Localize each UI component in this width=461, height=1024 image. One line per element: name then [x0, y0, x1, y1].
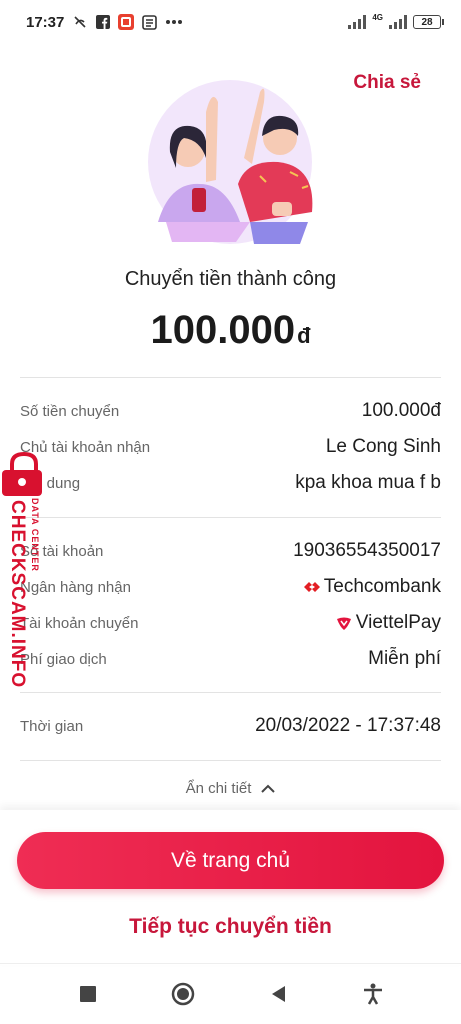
- news-icon: [142, 14, 158, 30]
- status-time: 17:37: [26, 13, 65, 31]
- detail-row-content: Nội dung kpa khoa mua f b: [20, 468, 441, 498]
- continue-transfer-button[interactable]: Tiếp tục chuyển tiền: [0, 915, 461, 939]
- detail-value: kpa khoa mua f b: [295, 472, 441, 493]
- facebook-icon: [96, 15, 111, 29]
- accessibility-button[interactable]: [353, 974, 393, 1014]
- success-illustration: [148, 80, 313, 244]
- detail-value: 20/03/2022 - 17:37:48: [255, 715, 441, 736]
- chevron-up-icon: [261, 784, 276, 793]
- amount-value: 100.000: [150, 308, 296, 352]
- bank-name: Techcombank: [323, 576, 441, 597]
- home-nav-button[interactable]: [163, 974, 203, 1014]
- transfer-amount: 100.000đ: [0, 308, 461, 353]
- lock-watermark-icon: [2, 452, 42, 496]
- detail-row-time: Thời gian 20/03/2022 - 17:37:48: [20, 711, 441, 741]
- detail-value: Miễn phí: [368, 648, 441, 669]
- app-icon: [118, 14, 135, 30]
- detail-row-fee: Phí giao dịch Miễn phí: [20, 644, 441, 674]
- detail-label: Tài khoản chuyển: [20, 614, 139, 632]
- detail-row-source-account: Tài khoản chuyển ViettelPay: [20, 608, 441, 638]
- detail-value-bank: Techcombank: [303, 576, 441, 598]
- home-button[interactable]: Về trang chủ: [17, 832, 444, 889]
- divider: [20, 760, 441, 761]
- detail-row-account-number: Số tài khoản 19036554350017: [20, 536, 441, 566]
- recent-apps-button[interactable]: [68, 974, 108, 1014]
- more-icon: [166, 20, 183, 24]
- hide-details-toggle[interactable]: Ẩn chi tiết: [0, 780, 461, 797]
- amount-currency: đ: [297, 323, 311, 348]
- detail-row-bank: Ngân hàng nhận Techcombank: [20, 572, 441, 602]
- detail-row-amount: Số tiền chuyển 100.000đ: [20, 396, 441, 426]
- signal-icon-2: [389, 15, 407, 29]
- detail-value: 19036554350017: [293, 540, 441, 561]
- divider: [20, 517, 441, 518]
- divider: [20, 692, 441, 693]
- circle-icon: [171, 982, 195, 1006]
- viettelpay-logo-icon: [336, 617, 351, 630]
- detail-value: 100.000đ: [361, 400, 441, 421]
- watermark-text: CHECKSCAM.INFO: [7, 500, 28, 689]
- detail-label: Số tiền chuyển: [20, 402, 120, 420]
- detail-label: Phí giao dịch: [20, 650, 107, 668]
- square-icon: [79, 986, 96, 1002]
- detail-label: Thời gian: [20, 717, 84, 735]
- status-bar: 17:37 4G 28: [0, 0, 461, 44]
- network-type: 4G: [372, 12, 383, 22]
- detail-label: Ngân hàng nhận: [20, 578, 131, 596]
- detail-row-receiver: Chủ tài khoản nhận Le Cong Sinh: [20, 432, 441, 462]
- detail-value-source: ViettelPay: [336, 612, 441, 634]
- divider: [20, 377, 441, 378]
- source-name: ViettelPay: [355, 612, 441, 633]
- watermark-subtext: DATA CENTER: [30, 498, 40, 572]
- detail-value: Le Cong Sinh: [325, 436, 441, 457]
- no-call-icon: [74, 16, 86, 28]
- accessibility-icon: [364, 983, 383, 1005]
- system-nav-bar: [0, 963, 461, 1024]
- back-triangle-icon: [272, 986, 286, 1002]
- success-title: Chuyển tiền thành công: [124, 268, 337, 290]
- share-button[interactable]: Chia sẻ: [353, 72, 421, 94]
- battery-icon: 28: [413, 15, 444, 29]
- hide-details-label: Ẩn chi tiết: [185, 780, 252, 797]
- techcombank-logo-icon: [303, 582, 320, 592]
- signal-icon: [348, 15, 367, 29]
- back-nav-button[interactable]: [258, 974, 298, 1014]
